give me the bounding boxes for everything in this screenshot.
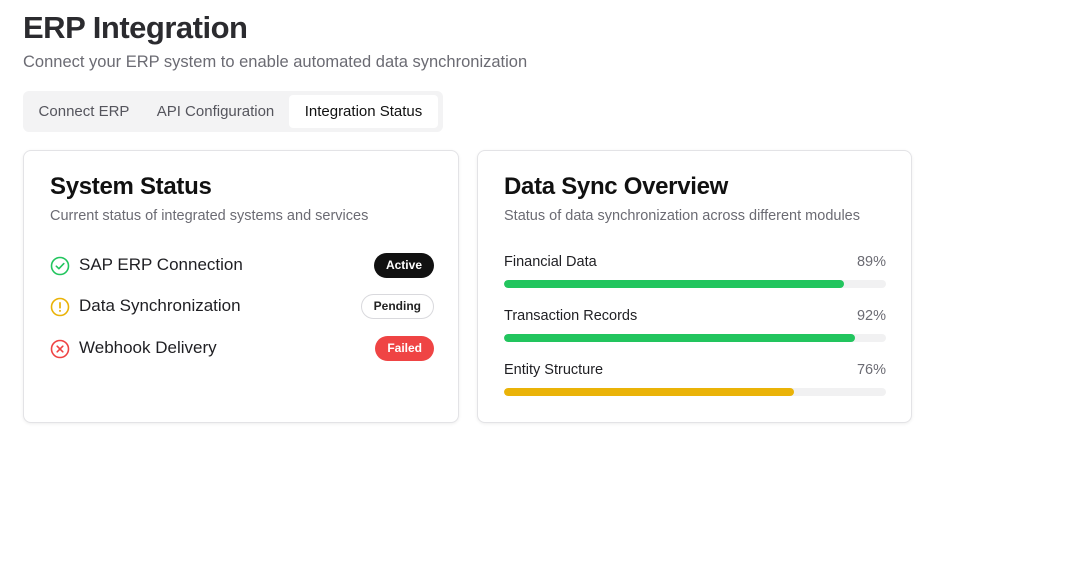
tab-api-configuration[interactable]: API Configuration	[144, 95, 287, 128]
status-item-data-sync: Data Synchronization Pending	[50, 293, 434, 321]
page-subtitle: Connect your ERP system to enable automa…	[23, 53, 528, 71]
alert-circle-icon	[50, 297, 70, 317]
tab-integration-status[interactable]: Integration Status	[289, 95, 438, 128]
sync-item-percent: 89%	[856, 254, 886, 270]
sync-item-transaction-records: Transaction Records 92%	[504, 308, 886, 348]
data-sync-overview-card: Data Sync Overview Status of data synchr…	[477, 150, 912, 423]
progress-fill	[504, 334, 856, 342]
progress-fill	[504, 280, 844, 288]
status-badge-active: Active	[373, 253, 434, 278]
sync-item-label: Transaction Records	[504, 308, 638, 324]
status-item-webhook: Webhook Delivery Failed	[50, 335, 434, 363]
tab-bar: Connect ERP API Configuration Integratio…	[23, 91, 443, 132]
status-item-label: SAP ERP Connection	[79, 255, 243, 274]
x-circle-icon	[50, 339, 70, 359]
sync-item-label: Financial Data	[504, 254, 597, 270]
sync-item-financial-data: Financial Data 89%	[504, 254, 886, 294]
tab-connect-erp[interactable]: Connect ERP	[27, 95, 141, 128]
status-badge-failed: Failed	[375, 336, 434, 361]
progress-track	[504, 334, 886, 342]
erp-integration-page: ERP Integration Connect your ERP system …	[0, 0, 1078, 562]
status-item-label: Data Synchronization	[79, 296, 241, 315]
status-item-label: Webhook Delivery	[79, 338, 217, 357]
sync-item-percent: 92%	[856, 308, 886, 324]
system-status-card: System Status Current status of integrat…	[23, 150, 459, 423]
page-title: ERP Integration	[23, 10, 248, 45]
progress-track	[504, 388, 886, 396]
status-item-sap-erp: SAP ERP Connection Active	[50, 252, 434, 280]
data-sync-description: Status of data synchronization across di…	[504, 208, 860, 224]
status-badge-pending: Pending	[360, 294, 434, 319]
system-status-title: System Status	[50, 173, 212, 200]
sync-item-label: Entity Structure	[504, 362, 604, 378]
sync-item-entity-structure: Entity Structure 76%	[504, 362, 886, 402]
progress-track	[504, 280, 886, 288]
data-sync-title: Data Sync Overview	[504, 173, 729, 200]
check-circle-icon	[50, 256, 70, 276]
progress-fill	[504, 388, 795, 396]
system-status-description: Current status of integrated systems and…	[50, 208, 369, 224]
sync-item-percent: 76%	[856, 362, 886, 378]
